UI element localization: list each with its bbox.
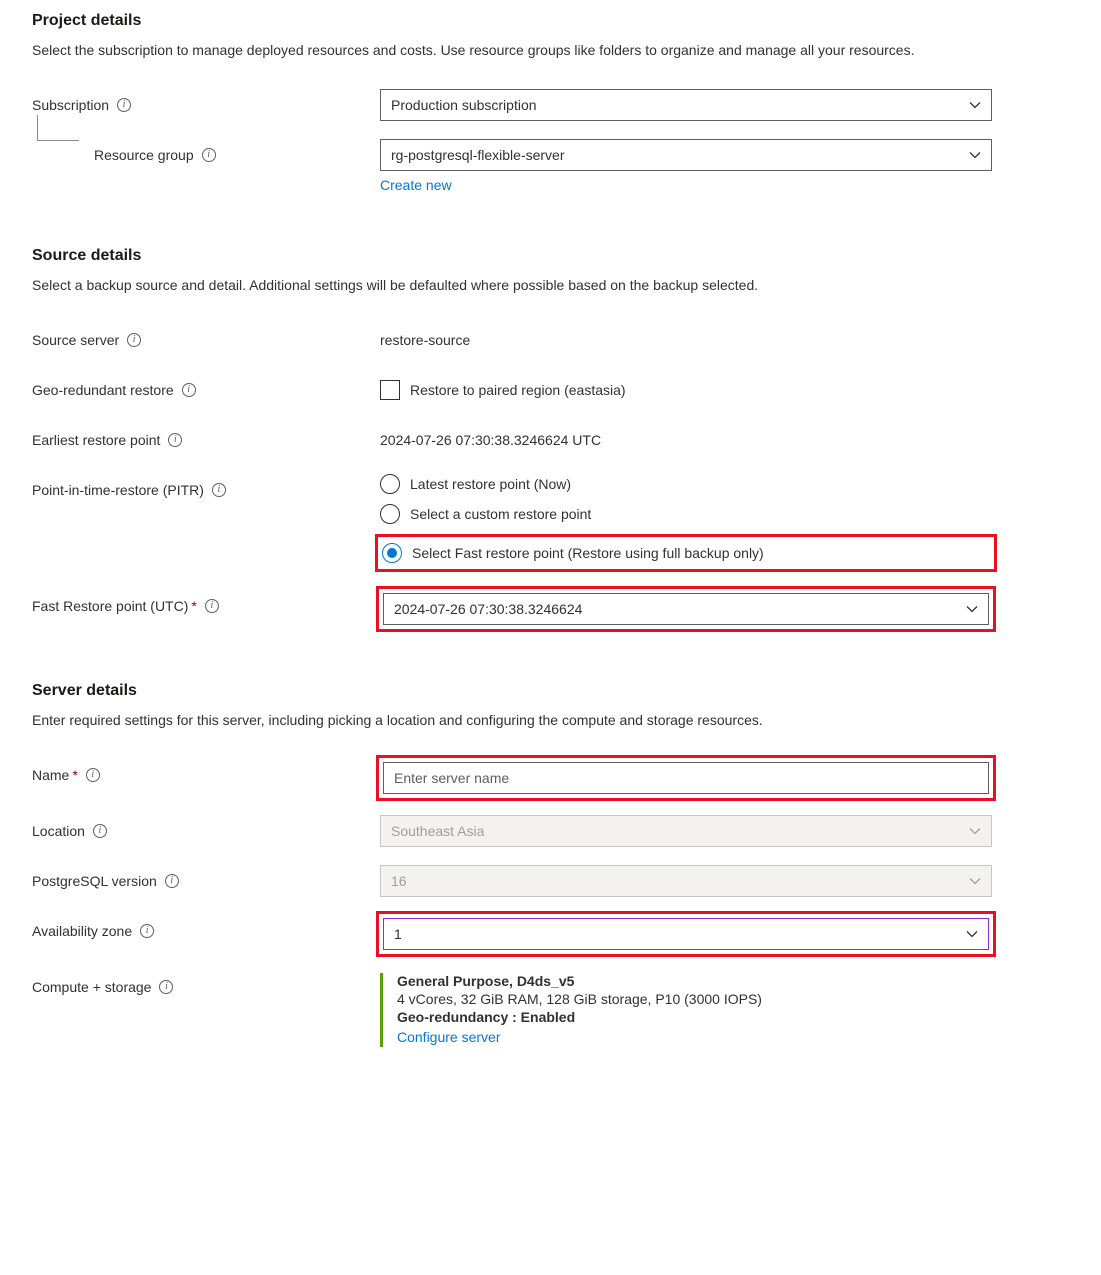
source-server-value: restore-source (380, 332, 470, 348)
pitr-radio-group: Latest restore point (Now) Select a cust… (380, 474, 992, 572)
server-name-input[interactable] (383, 762, 989, 794)
pitr-option-fast[interactable]: Select Fast restore point (Restore using… (380, 539, 992, 567)
availability-zone-dropdown[interactable]: 1 (383, 918, 989, 950)
compute-summary: General Purpose, D4ds_v5 4 vCores, 32 Gi… (380, 973, 992, 1047)
location-label: Location (32, 823, 85, 839)
resource-group-label: Resource group (94, 147, 194, 163)
chevron-down-icon (969, 99, 981, 111)
radio-icon (380, 504, 400, 524)
fast-restore-value: 2024-07-26 07:30:38.3246624 (394, 601, 582, 617)
earliest-restore-value: 2024-07-26 07:30:38.3246624 UTC (380, 432, 601, 448)
chevron-down-icon (969, 825, 981, 837)
pitr-option-label: Select Fast restore point (Restore using… (412, 545, 764, 561)
geo-restore-checkbox[interactable] (380, 380, 400, 400)
radio-icon (380, 474, 400, 494)
info-icon[interactable]: i (159, 980, 173, 994)
pg-version-label: PostgreSQL version (32, 873, 157, 889)
pitr-option-label: Latest restore point (Now) (410, 476, 571, 492)
resource-group-value: rg-postgresql-flexible-server (391, 147, 565, 163)
info-icon[interactable]: i (212, 483, 226, 497)
pg-version-dropdown: 16 (380, 865, 992, 897)
server-details-desc: Enter required settings for this server,… (32, 710, 1069, 731)
info-icon[interactable]: i (117, 98, 131, 112)
earliest-restore-label: Earliest restore point (32, 432, 160, 448)
server-name-label: Name (32, 767, 69, 783)
info-icon[interactable]: i (205, 599, 219, 613)
fast-restore-dropdown[interactable]: 2024-07-26 07:30:38.3246624 (383, 593, 989, 625)
configure-server-link[interactable]: Configure server (397, 1029, 501, 1045)
pitr-label: Point-in-time-restore (PITR) (32, 482, 204, 498)
resource-group-dropdown[interactable]: rg-postgresql-flexible-server (380, 139, 992, 171)
availability-zone-value: 1 (394, 926, 402, 942)
chevron-down-icon (969, 875, 981, 887)
info-icon[interactable]: i (93, 824, 107, 838)
fast-restore-label: Fast Restore point (UTC) (32, 598, 188, 614)
info-icon[interactable]: i (140, 924, 154, 938)
subscription-label: Subscription (32, 97, 109, 113)
pitr-option-label: Select a custom restore point (410, 506, 591, 522)
project-details-desc: Select the subscription to manage deploy… (32, 40, 1069, 61)
project-details-heading: Project details (32, 12, 1069, 30)
subscription-dropdown[interactable]: Production subscription (380, 89, 992, 121)
info-icon[interactable]: i (86, 768, 100, 782)
subscription-value: Production subscription (391, 97, 537, 113)
source-details-heading: Source details (32, 247, 1069, 265)
server-details-heading: Server details (32, 682, 1069, 700)
source-details-desc: Select a backup source and detail. Addit… (32, 275, 1069, 296)
compute-geo: Geo-redundancy : Enabled (397, 1009, 992, 1025)
pitr-option-custom[interactable]: Select a custom restore point (380, 504, 992, 524)
location-dropdown: Southeast Asia (380, 815, 992, 847)
pg-version-value: 16 (391, 873, 407, 889)
radio-icon (382, 543, 402, 563)
geo-restore-checkbox-label: Restore to paired region (eastasia) (410, 382, 626, 398)
required-asterisk: * (191, 598, 196, 614)
info-icon[interactable]: i (182, 383, 196, 397)
compute-spec: 4 vCores, 32 GiB RAM, 128 GiB storage, P… (397, 991, 992, 1007)
info-icon[interactable]: i (202, 148, 216, 162)
info-icon[interactable]: i (168, 433, 182, 447)
create-new-link[interactable]: Create new (380, 177, 452, 193)
info-icon[interactable]: i (165, 874, 179, 888)
pitr-option-latest[interactable]: Latest restore point (Now) (380, 474, 992, 494)
compute-storage-label: Compute + storage (32, 979, 151, 995)
geo-restore-label: Geo-redundant restore (32, 382, 174, 398)
info-icon[interactable]: i (127, 333, 141, 347)
chevron-down-icon (966, 928, 978, 940)
tree-connector (37, 115, 79, 141)
chevron-down-icon (966, 603, 978, 615)
compute-sku: General Purpose, D4ds_v5 (397, 973, 992, 989)
availability-zone-label: Availability zone (32, 923, 132, 939)
required-asterisk: * (72, 767, 77, 783)
source-server-label: Source server (32, 332, 119, 348)
chevron-down-icon (969, 149, 981, 161)
location-value: Southeast Asia (391, 823, 484, 839)
